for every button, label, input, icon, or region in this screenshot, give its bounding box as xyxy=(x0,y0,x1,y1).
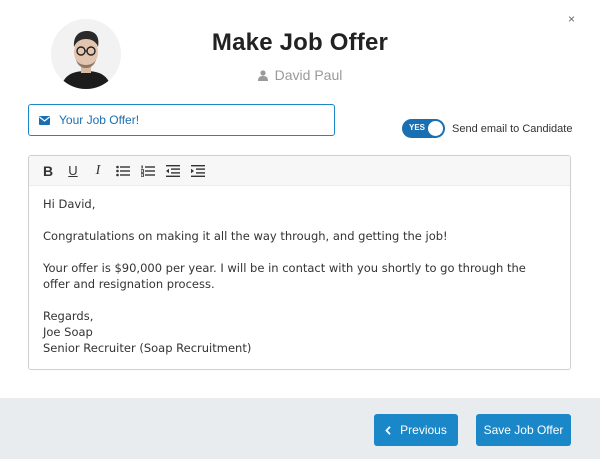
bulleted-list-icon[interactable] xyxy=(112,160,134,182)
send-email-label: Send email to Candidate xyxy=(452,122,573,135)
envelope-icon xyxy=(39,115,50,125)
rich-text-editor: B U I Hi David, Congratulations on makin… xyxy=(28,155,571,370)
signature-title: Senior Recruiter (Soap Recruitment) xyxy=(43,341,252,355)
subject-field xyxy=(28,104,335,136)
letter-paragraph-1: Congratulations on making it all the way… xyxy=(43,229,448,243)
editor-content[interactable]: Hi David, Congratulations on making it a… xyxy=(29,186,570,366)
close-button[interactable]: × xyxy=(568,12,575,26)
signature-name: Joe Soap xyxy=(43,325,93,339)
chevron-left-icon xyxy=(385,425,391,435)
candidate-name-row: David Paul xyxy=(0,67,600,83)
underline-icon[interactable]: U xyxy=(62,160,84,182)
user-icon xyxy=(257,70,268,81)
letter-closing: Regards, xyxy=(43,309,94,323)
candidate-name: David Paul xyxy=(274,67,343,83)
modal-footer: Previous Save Job Offer xyxy=(0,398,600,459)
bold-icon[interactable]: B xyxy=(37,160,59,182)
editor-toolbar: B U I xyxy=(29,156,570,186)
save-job-offer-button[interactable]: Save Job Offer xyxy=(476,414,571,446)
previous-button-label: Previous xyxy=(400,423,447,437)
numbered-list-icon[interactable] xyxy=(137,160,159,182)
toggle-state-label: YES xyxy=(409,123,426,132)
outdent-icon[interactable] xyxy=(162,160,184,182)
send-email-toggle[interactable]: YES xyxy=(402,119,445,138)
subject-input[interactable] xyxy=(59,113,309,127)
save-button-label: Save Job Offer xyxy=(483,423,564,437)
toggle-knob xyxy=(428,121,443,136)
indent-icon[interactable] xyxy=(187,160,209,182)
letter-signature: Regards, Joe Soap Senior Recruiter (Soap… xyxy=(43,308,556,356)
send-email-toggle-row: YES Send email to Candidate xyxy=(402,119,572,138)
letter-greeting: Hi David, xyxy=(43,197,96,211)
page-title: Make Job Offer xyxy=(211,29,389,56)
previous-button[interactable]: Previous xyxy=(374,414,458,446)
letter-paragraph-2: Your offer is $90,000 per year. I will b… xyxy=(43,261,526,291)
italic-icon[interactable]: I xyxy=(87,160,109,182)
